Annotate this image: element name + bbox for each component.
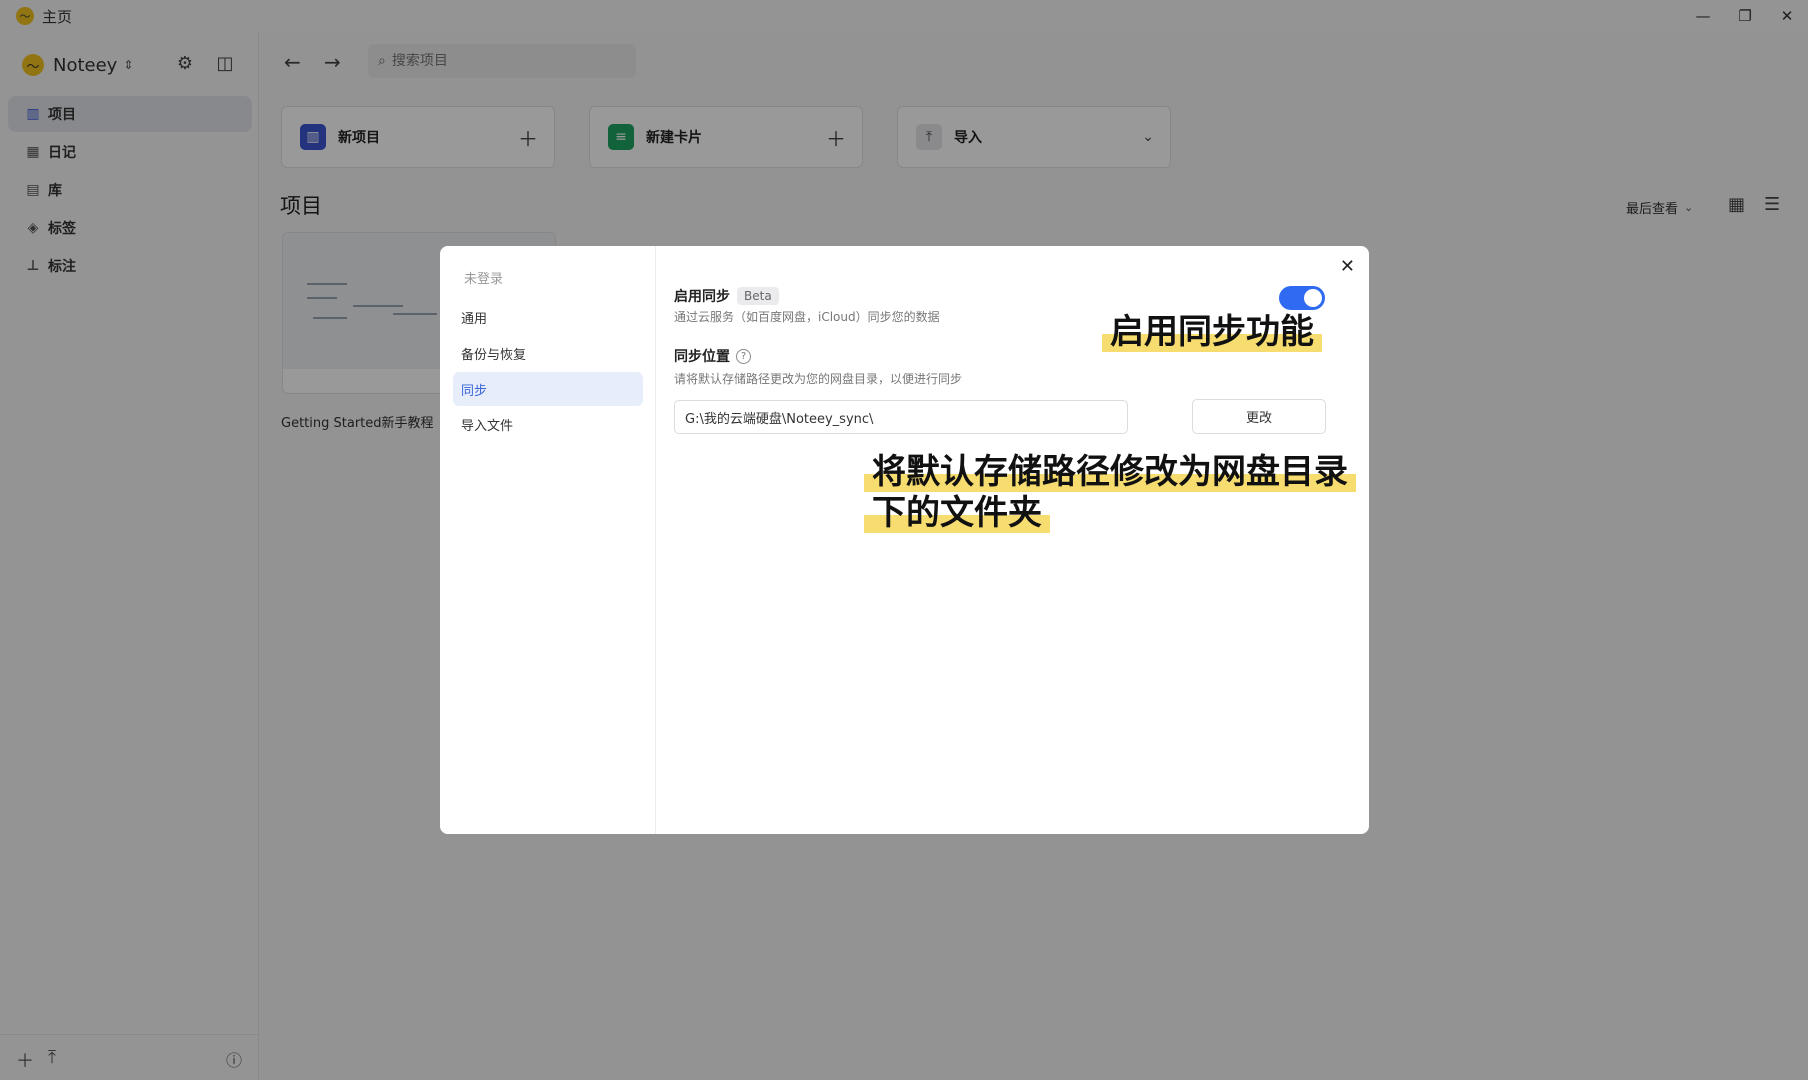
annotation-text: 启用同步功能	[1102, 312, 1322, 352]
annotation-enable-sync: 启用同步功能	[1102, 312, 1322, 353]
sync-location-row: 同步位置 ?	[674, 346, 751, 366]
sync-toggle[interactable]	[1279, 286, 1325, 310]
annotation-text: 将默认存储路径修改为网盘目录下的文件夹	[864, 452, 1356, 533]
change-path-button[interactable]: 更改	[1192, 399, 1326, 434]
settings-tab-import[interactable]: 导入文件	[453, 407, 643, 441]
beta-badge: Beta	[737, 287, 779, 305]
sync-title-row: 启用同步 Beta	[674, 286, 779, 306]
login-status[interactable]: 未登录	[464, 268, 503, 287]
settings-nav: 未登录 通用 备份与恢复 同步 导入文件	[440, 246, 656, 834]
toggle-knob	[1304, 289, 1322, 307]
settings-tab-backup[interactable]: 备份与恢复	[453, 336, 643, 370]
sync-location-title: 同步位置	[674, 349, 730, 365]
sync-title: 启用同步	[674, 289, 730, 305]
sync-location-description: 请将默认存储路径更改为您的网盘目录，以便进行同步	[674, 372, 963, 386]
sync-path-field[interactable]	[674, 400, 1128, 434]
settings-tab-general[interactable]: 通用	[453, 300, 643, 334]
question-icon[interactable]: ?	[736, 348, 751, 364]
sync-description: 通过云服务（如百度网盘，iCloud）同步您的数据	[674, 310, 940, 324]
settings-tab-sync[interactable]: 同步	[453, 372, 643, 406]
annotation-change-path: 将默认存储路径修改为网盘目录下的文件夹	[864, 452, 1356, 534]
close-icon[interactable]: ✕	[1340, 256, 1355, 277]
